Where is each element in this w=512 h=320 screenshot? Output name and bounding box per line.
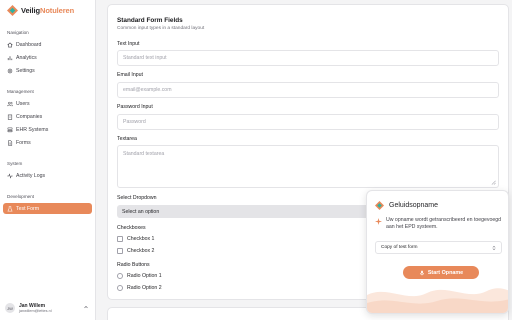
sidebar-item-label: Users [16,100,30,107]
radio-button[interactable] [117,285,123,291]
section-title-navigation: Navigation [7,30,29,35]
textarea[interactable]: Standard textarea [117,145,499,188]
users-icon [7,101,13,106]
brand-logo[interactable]: VeiligNotuleren [7,5,74,16]
wave-decoration [367,288,508,313]
user-email: janwillem@lettes.nl [19,309,52,313]
sidebar-item-dashboard[interactable]: Dashboard [3,39,92,50]
sidebar-item-label: Companies [16,113,43,120]
chevron-updown-icon [492,245,496,251]
radio-option-1[interactable]: Radio Option 1 [117,273,162,279]
password-input[interactable]: Password [117,114,499,130]
microphone-icon [419,270,424,275]
radios-label: Radio Buttons [117,262,150,268]
recorder-header: Geluidsopname [375,201,438,210]
sidebar-item-activity-logs[interactable]: Activity Logs [3,170,92,181]
select-value: Select an option [122,208,160,215]
brand-name: VeiligNotuleren [21,6,75,15]
sidebar-item-label: Forms [16,139,31,146]
test-icon [7,205,13,211]
start-recording-button[interactable]: Start Opname [403,266,479,279]
sidebar-item-label: Test Form [16,205,40,212]
start-recording-label: Start Opname [427,269,464,276]
sidebar-item-test-form[interactable]: Test Form [3,203,92,214]
section-title-development: Development [7,194,35,199]
email-input-placeholder: email@example.com [123,87,172,93]
sidebar-item-users[interactable]: Users [3,98,92,109]
textarea-placeholder: Standard textarea [123,151,165,157]
radio-label: Radio Option 1 [127,273,162,279]
sidebar-item-settings[interactable]: Settings [3,65,92,76]
logo-icon [375,201,384,210]
sidebar-item-label: Settings [16,67,35,74]
text-input-label: Text Input [117,41,140,47]
sparkle-icon [375,218,382,225]
sidebar: VeiligNotuleren Navigation Dashboard Ana… [0,0,96,320]
select-label: Select Dropdown [117,195,157,201]
logo-icon [7,5,18,16]
radio-option-2[interactable]: Radio Option 2 [117,285,162,291]
checkbox-label: Checkbox 1 [127,236,155,242]
sidebar-item-forms[interactable]: Forms [3,137,92,148]
radio-label: Radio Option 2 [127,285,162,291]
sidebar-item-label: EHR Systems [16,126,49,133]
text-input-placeholder: Standard text input [123,55,167,61]
user-menu[interactable]: JW Jan Willem janwillem@lettes.nl [5,301,91,315]
sidebar-item-label: Dashboard [16,41,42,48]
chart-icon [7,55,13,60]
sidebar-item-label: Analytics [16,54,37,61]
checkbox-label: Checkbox 2 [127,248,155,254]
building-icon [7,114,13,120]
section-title-system: System [7,161,23,166]
recorder-title: Geluidsopname [389,202,439,209]
avatar: JW [5,303,15,313]
resize-handle-icon[interactable] [491,180,496,185]
sidebar-item-ehr-systems[interactable]: EHR Systems [3,124,92,135]
section-title-management: Management [7,89,34,94]
email-input[interactable]: email@example.com [117,82,499,98]
password-input-label: Password Input [117,104,153,110]
sidebar-item-companies[interactable]: Companies [3,111,92,122]
checkbox[interactable] [117,236,123,242]
password-input-placeholder: Password [123,119,146,125]
text-input[interactable]: Standard text input [117,50,499,66]
sidebar-item-label: Activity Logs [16,172,46,179]
email-input-label: Email Input [117,72,143,78]
database-icon [7,127,13,132]
checkboxes-label: Checkboxes [117,225,146,231]
home-icon [7,42,13,47]
form-template-value: Copy of test form [381,245,418,250]
document-icon [8,139,13,146]
form-template-select[interactable]: Copy of test form [375,241,502,254]
activity-icon [7,172,13,179]
recorder-description: Uw opname wordt getranscribeerd en toege… [386,217,502,230]
recorder-panel: Geluidsopname Uw opname wordt getranscri… [366,190,509,314]
checkbox-option-1[interactable]: Checkbox 1 [117,236,154,242]
radio-button[interactable] [117,273,123,279]
page-title: Standard Form Fields [117,17,183,24]
checkbox-option-2[interactable]: Checkbox 2 [117,248,154,254]
sidebar-item-analytics[interactable]: Analytics [3,52,92,63]
page-subtitle: Common input types in a standard layout [117,26,205,31]
textarea-label: Textarea [117,136,137,142]
checkbox[interactable] [117,248,123,254]
chevron-up-icon [84,305,88,309]
gear-icon [7,68,13,73]
recorder-info: Uw opname wordt getranscribeerd en toege… [375,217,505,231]
